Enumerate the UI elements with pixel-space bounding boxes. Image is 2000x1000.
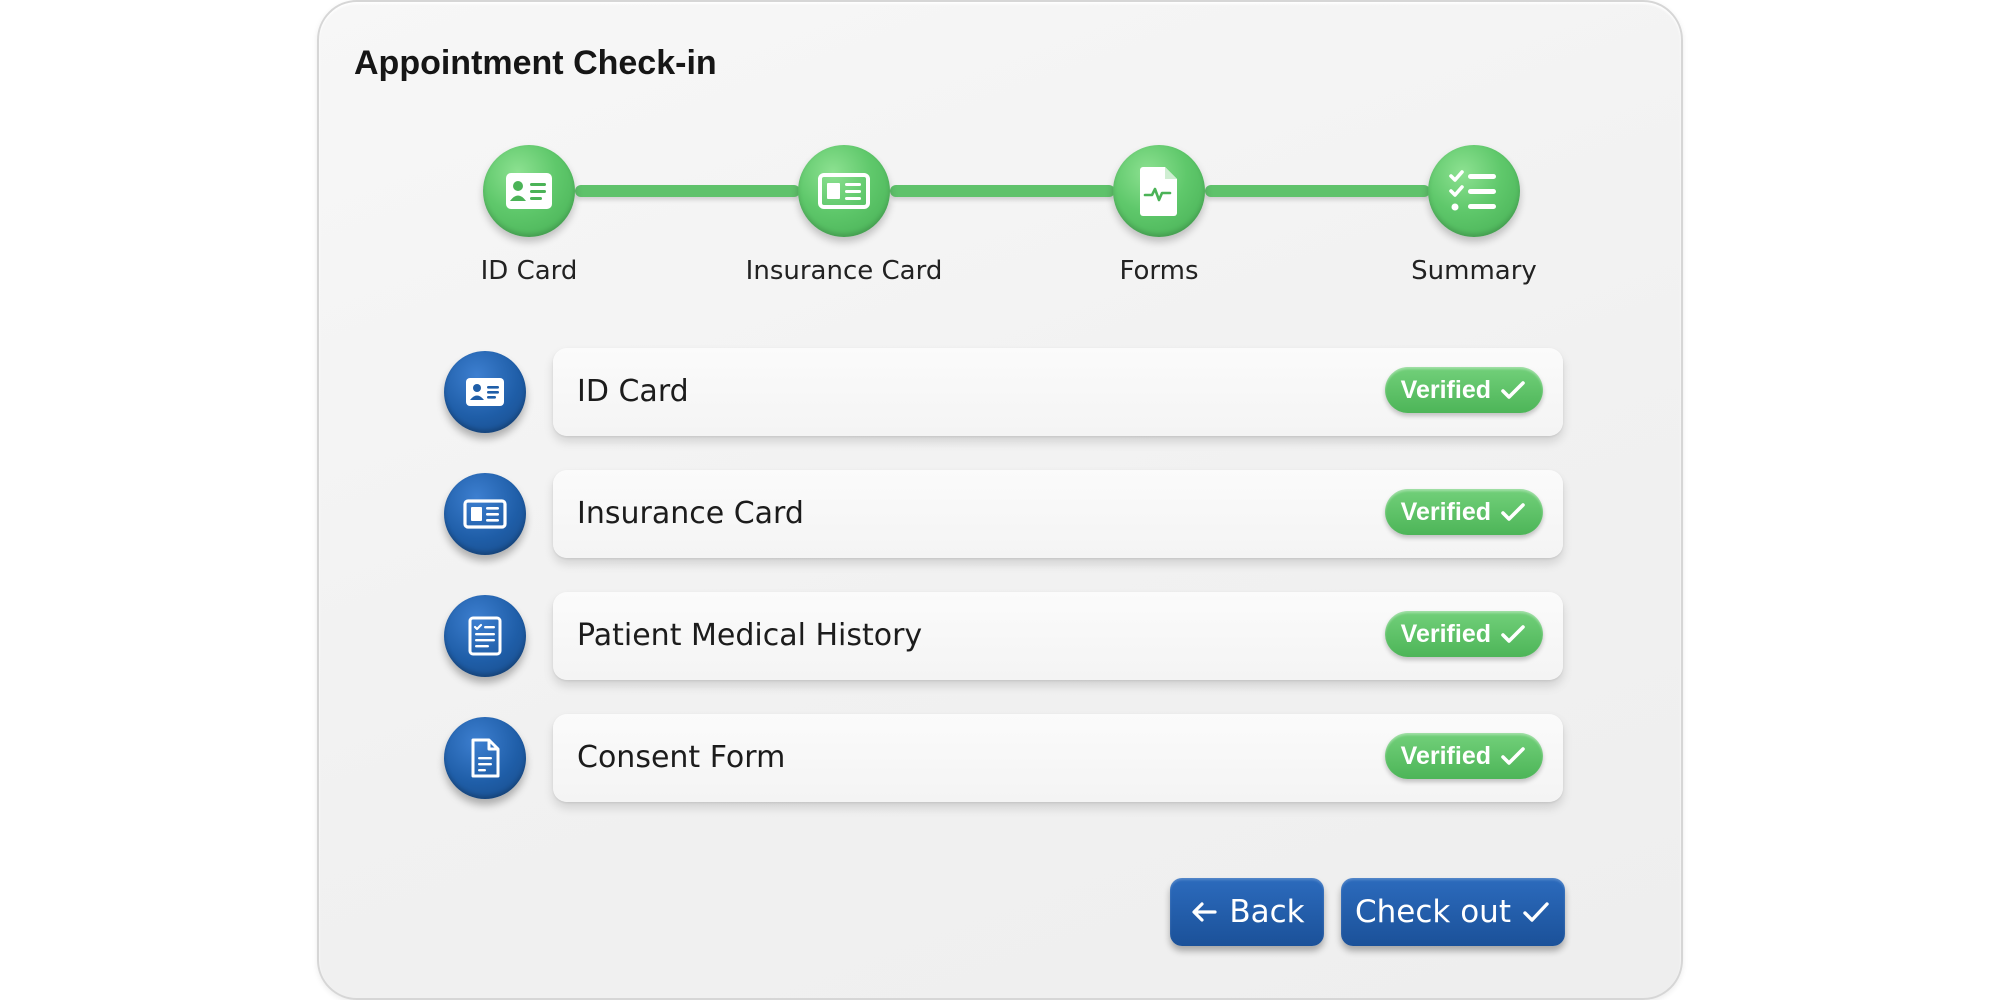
step-label-summary: Summary [1411, 256, 1537, 286]
id-card-icon [506, 173, 552, 209]
list-item-label: Consent Form [577, 740, 786, 775]
insurance-card-icon [818, 173, 870, 209]
step-label-id-card: ID Card [480, 256, 578, 286]
status-badge: Verified [1384, 733, 1543, 779]
status-badge: Verified [1384, 367, 1543, 413]
stepper-connector [575, 185, 800, 197]
insurance-card-icon [463, 499, 507, 529]
row-icon-id-card [444, 351, 526, 433]
status-badge-text: Verified [1400, 375, 1491, 404]
stepper-connector [890, 185, 1115, 197]
step-id-card[interactable] [483, 145, 575, 237]
status-badge: Verified [1384, 611, 1543, 657]
checkmark-icon [1501, 381, 1525, 399]
row-icon-medical-history [444, 595, 526, 677]
step-insurance-card[interactable] [798, 145, 890, 237]
page-title: Appointment Check-in [354, 44, 717, 82]
status-badge-text: Verified [1400, 619, 1491, 648]
check-out-button-label: Check out [1355, 894, 1511, 930]
status-badge-text: Verified [1400, 497, 1491, 526]
checkmark-icon [1501, 503, 1525, 521]
list-item-insurance-card[interactable]: Insurance Card Verified [553, 470, 1563, 558]
list-item-consent-form[interactable]: Consent Form Verified [553, 714, 1563, 802]
row-icon-insurance-card [444, 473, 526, 555]
checkmark-icon [1501, 747, 1525, 765]
list-item-id-card[interactable]: ID Card Verified [553, 348, 1563, 436]
list-item-label: ID Card [577, 374, 689, 409]
stepper-connector [1205, 185, 1430, 197]
back-button[interactable]: Back [1170, 878, 1324, 946]
status-badge: Verified [1384, 489, 1543, 535]
id-card-icon [466, 378, 504, 406]
row-icon-consent-form [444, 717, 526, 799]
back-button-label: Back [1229, 894, 1305, 930]
document-icon [471, 738, 500, 778]
checkmark-icon [1501, 625, 1525, 643]
step-summary[interactable] [1428, 145, 1520, 237]
list-item-medical-history[interactable]: Patient Medical History Verified [553, 592, 1563, 680]
checkmark-icon [1523, 902, 1549, 922]
list-item-label: Patient Medical History [577, 618, 923, 653]
check-out-button[interactable]: Check out [1341, 878, 1565, 946]
form-document-icon [1140, 167, 1177, 216]
list-item-label: Insurance Card [577, 496, 804, 531]
step-forms[interactable] [1113, 145, 1205, 237]
medical-history-icon [468, 616, 502, 656]
checklist-icon [1449, 170, 1496, 211]
arrow-left-icon [1192, 902, 1217, 922]
status-badge-text: Verified [1400, 741, 1491, 770]
step-label-forms: Forms [1119, 256, 1199, 286]
step-label-insurance-card: Insurance Card [745, 256, 943, 286]
